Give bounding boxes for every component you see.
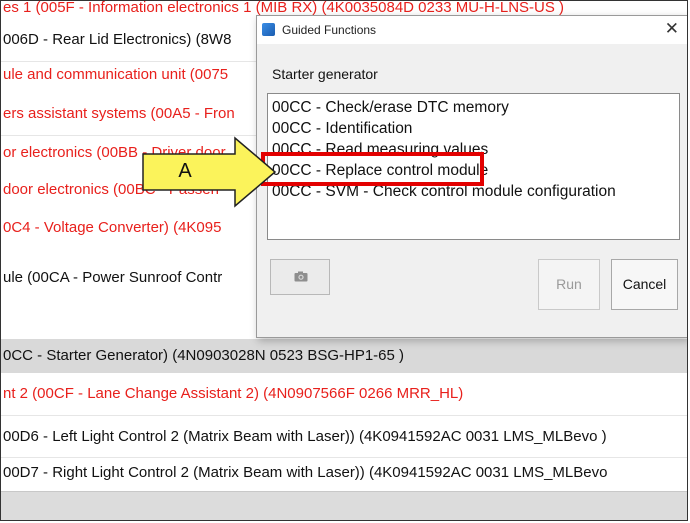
diagnostic-window: es 1 (005F - Information electronics 1 (… bbox=[0, 0, 688, 521]
callout-label: A bbox=[178, 160, 192, 182]
status-bar bbox=[1, 491, 687, 520]
dialog-titlebar: Guided Functions ✕ bbox=[257, 16, 687, 44]
list-item[interactable]: nt 2 (00CF - Lane Change Assistant 2) (4… bbox=[1, 379, 687, 409]
highlight-box bbox=[261, 152, 484, 186]
list-item-selected[interactable]: 0CC - Starter Generator) (4N0903028N 052… bbox=[1, 339, 687, 373]
callout-arrow-icon bbox=[142, 136, 277, 208]
screenshot-button[interactable] bbox=[270, 259, 330, 295]
row-divider bbox=[1, 415, 687, 416]
camera-icon bbox=[294, 271, 308, 282]
cancel-button[interactable]: Cancel bbox=[611, 259, 678, 310]
row-divider bbox=[1, 457, 687, 458]
app-icon bbox=[262, 23, 275, 36]
close-icon[interactable]: ✕ bbox=[665, 19, 679, 39]
dialog-title: Guided Functions bbox=[282, 23, 377, 37]
function-item[interactable]: 00CC - Check/erase DTC memory bbox=[272, 97, 672, 118]
function-item[interactable]: 00CC - Identification bbox=[272, 118, 672, 139]
list-item[interactable]: 00D7 - Right Light Control 2 (Matrix Bea… bbox=[1, 459, 687, 487]
run-button[interactable]: Run bbox=[538, 259, 600, 310]
list-item[interactable]: 00D6 - Left Light Control 2 (Matrix Beam… bbox=[1, 422, 687, 452]
dialog-heading: Starter generator bbox=[272, 66, 378, 82]
